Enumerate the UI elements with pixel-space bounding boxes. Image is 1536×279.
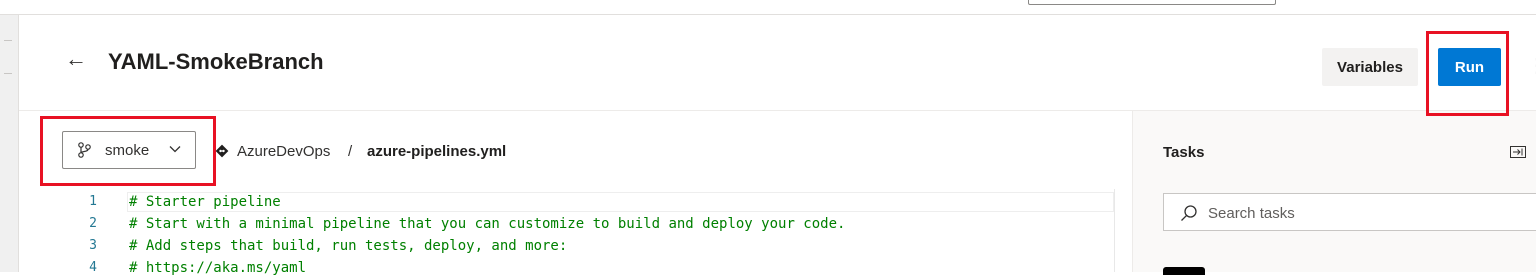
repo-icon — [215, 144, 229, 158]
page-title: YAML-SmokeBranch — [108, 49, 324, 74]
search-icon — [1181, 205, 1197, 221]
code-text[interactable]: # Starter pipeline — [129, 191, 281, 213]
code-line: 3 # Add steps that build, run tests, dep… — [19, 235, 1132, 257]
left-navigation-rail — [0, 15, 19, 272]
variables-button[interactable]: Variables — [1322, 48, 1418, 86]
tasks-title: Tasks — [1163, 144, 1205, 161]
yaml-editor-pane: smoke AzureDevOps / azure-pipelines.yml … — [19, 111, 1132, 276]
nav-divider — [4, 40, 12, 41]
branch-label: smoke — [105, 142, 150, 159]
code-text[interactable]: # Add steps that build, run tests, deplo… — [129, 235, 567, 257]
branch-selector[interactable]: smoke — [62, 131, 196, 169]
file-name[interactable]: azure-pipelines.yml — [367, 143, 506, 161]
task-search-box[interactable] — [1163, 193, 1536, 231]
top-bar — [0, 0, 1536, 15]
chevron-down-icon — [169, 146, 181, 153]
path-separator: / — [348, 143, 353, 160]
global-search-box[interactable] — [1028, 0, 1276, 5]
arrow-left-icon[interactable]: ← — [65, 48, 87, 70]
repository-name[interactable]: AzureDevOps — [237, 143, 330, 161]
line-number: 3 — [89, 238, 97, 253]
git-branch-icon — [78, 142, 91, 158]
code-editor[interactable]: 1 # Starter pipeline 2 # Start with a mi… — [19, 189, 1132, 276]
more-vertical-icon[interactable]: ⋮ — [1527, 53, 1536, 79]
editor-minimap[interactable] — [1114, 189, 1131, 272]
code-line: 2 # Start with a minimal pipeline that y… — [19, 213, 1132, 235]
code-line: 4 # https://aka.ms/yaml — [19, 257, 1132, 279]
pipeline-header: ← YAML-SmokeBranch Variables Run ⋮ — [19, 15, 1536, 111]
code-text[interactable]: # Start with a minimal pipeline that you… — [129, 213, 845, 235]
nav-divider — [4, 73, 12, 74]
task-item-icon[interactable] — [1163, 267, 1205, 275]
line-number: 2 — [89, 216, 97, 231]
run-button[interactable]: Run — [1438, 48, 1501, 86]
line-number: 1 — [89, 194, 97, 209]
collapse-panel-icon[interactable] — [1510, 146, 1526, 158]
line-number: 4 — [89, 260, 97, 275]
code-text[interactable]: # https://aka.ms/yaml — [129, 257, 306, 279]
code-line: 1 # Starter pipeline — [19, 191, 1132, 213]
tasks-panel: Tasks — [1133, 111, 1536, 275]
search-tasks-input[interactable] — [1208, 202, 1508, 224]
